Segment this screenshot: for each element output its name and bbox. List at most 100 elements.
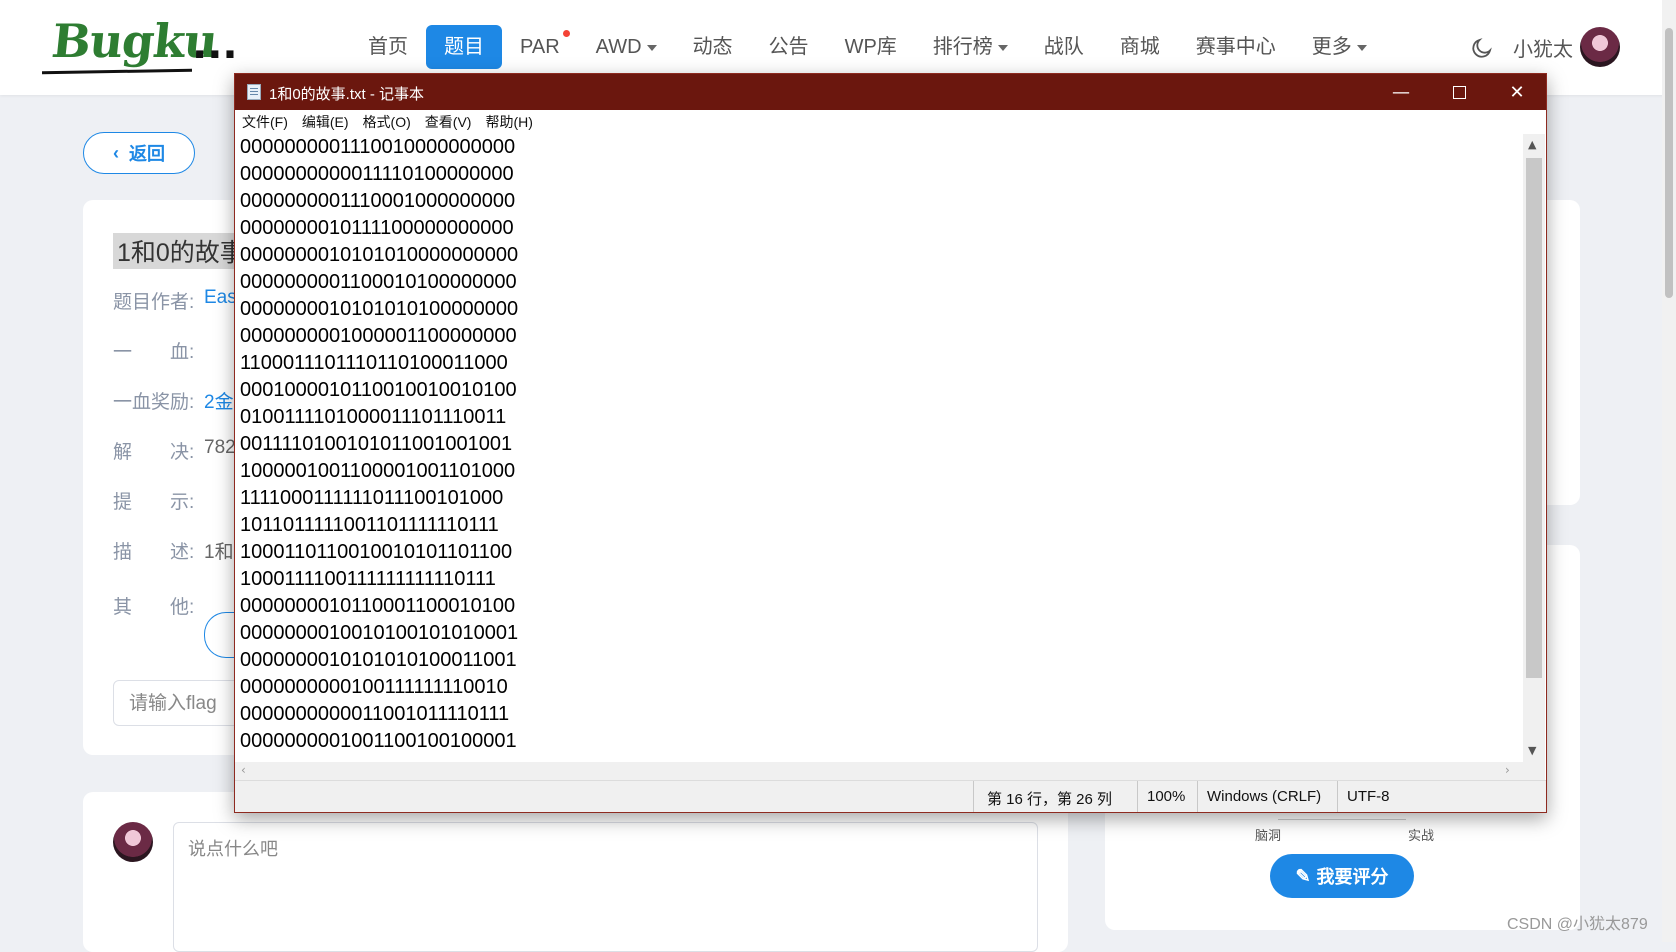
notepad-icon (247, 84, 261, 100)
vertical-scrollbar[interactable]: ▲ ▼ (1523, 134, 1545, 762)
notepad-text-area[interactable]: 0000000001110010000000000 000000000001111… (235, 134, 1523, 762)
info-row-label: 描 述: (113, 542, 195, 563)
nav-item-label: WP库 (844, 36, 897, 58)
radar-label-naodong: 脑洞 (1255, 828, 1282, 843)
nav-item[interactable]: 首页 (350, 25, 426, 69)
user-avatar[interactable] (1580, 27, 1620, 67)
nav-item[interactable]: 更多 (1294, 25, 1385, 69)
close-icon: ✕ (1509, 81, 1525, 103)
status-divider (1337, 781, 1338, 812)
info-row-value[interactable]: Eas (204, 287, 237, 309)
info-row-label: 一血奖励: (113, 392, 195, 413)
info-row-value: 782 (204, 437, 236, 458)
notification-dot (562, 30, 570, 37)
nav-item-label: 更多 (1311, 36, 1352, 58)
text-line: 0000000010101010000000000 (240, 244, 519, 266)
nav-item[interactable]: 题目 (426, 25, 502, 69)
text-line: 0000000000011001011110111 (240, 703, 510, 725)
radar-label-shizhan: 实战 (1408, 828, 1435, 843)
status-divider (973, 781, 974, 812)
text-line: 0000000001100010100000000 (240, 271, 517, 293)
text-line: 0000000001001100100100001 (240, 730, 517, 752)
nav-item[interactable]: PAR (502, 25, 578, 69)
minimize-icon: — (1392, 81, 1410, 103)
nav-item[interactable]: 动态 (675, 25, 751, 69)
notepad-titlebar[interactable]: 1和0的故事.txt - 记事本 — ✕ (235, 74, 1546, 110)
maximize-icon (1452, 85, 1466, 99)
scroll-right-icon[interactable]: › (1505, 763, 1510, 777)
moon-icon[interactable] (1470, 36, 1494, 60)
notepad-window: 1和0的故事.txt - 记事本 — ✕ 文件(F) 编辑(E) 格式(O) 查看(V… (234, 73, 1547, 813)
caret-down-icon (997, 44, 1008, 51)
text-line: 0000000001000001100000000 (240, 325, 517, 347)
notepad-title: 1和0的故事.txt - 记事本 (269, 86, 425, 103)
status-divider (1137, 781, 1138, 812)
nav-item[interactable]: WP库 (827, 25, 915, 69)
text-line: 0000000010101010100011001 (240, 649, 517, 671)
menu-item[interactable]: 查看(V) (418, 112, 479, 132)
back-label: 返回 (129, 144, 165, 164)
info-row-label: 提 示: (113, 492, 195, 513)
page-scrollbar[interactable] (1662, 0, 1676, 942)
menu-item[interactable]: 格式(O) (356, 112, 418, 132)
challenge-title: 1和0的故事 (113, 233, 249, 269)
status-divider (1197, 781, 1198, 812)
page-scroll-thumb[interactable] (1665, 28, 1673, 298)
menu-item[interactable]: 编辑(E) (295, 112, 356, 132)
text-line: 0001000010110010010010100 (240, 379, 517, 401)
text-line: 0011110100101011001001001 (240, 433, 513, 455)
text-line: 0000000010110001100010100 (240, 595, 516, 617)
comment-textarea[interactable]: 说点什么吧 (173, 822, 1038, 952)
text-line: 0000000001110001000000000 (240, 190, 516, 212)
text-line: 1000110110010010101101100 (240, 541, 513, 563)
nav-item-label: 战队 (1043, 36, 1084, 58)
site-logo[interactable]: Bugku ... (41, 14, 242, 76)
maximize-button[interactable] (1430, 74, 1488, 110)
info-row-label: 其 他: (113, 597, 195, 618)
nav-item[interactable]: 战队 (1026, 25, 1102, 69)
text-line: 0000000000100111111110010 (240, 676, 508, 698)
nav-item[interactable]: 商城 (1102, 25, 1178, 69)
flag-input[interactable]: 请输入flag (113, 680, 243, 726)
nav-item[interactable]: 公告 (751, 25, 827, 69)
text-line: 0000000010010100101010001 (240, 622, 519, 644)
vertical-scroll-thumb[interactable] (1526, 158, 1542, 678)
scroll-left-icon[interactable]: ‹ (241, 763, 246, 777)
nav-item-label: AWD (595, 36, 642, 58)
logo-underline (41, 68, 193, 75)
nav-item-label: 动态 (692, 36, 733, 58)
scrollbar-corner (1523, 762, 1545, 780)
back-button[interactable]: ‹ 返回 (83, 132, 195, 174)
nav-item-label: 公告 (768, 36, 809, 58)
username[interactable]: 小犹太 (1513, 33, 1573, 62)
line-ending: Windows (CRLF) (1207, 788, 1322, 805)
notepad-menubar: 文件(F) 编辑(E) 格式(O) 查看(V) 帮助(H) (235, 110, 1546, 134)
text-line: 1011011111001101111110111 (240, 514, 499, 536)
nav-item[interactable]: AWD (578, 25, 675, 69)
info-row-label: 解 决: (113, 442, 195, 463)
text-line: 1100011101110110100011000 (240, 352, 508, 374)
text-line: 0000000010111100000000000 (240, 217, 514, 239)
notepad-statusbar: 第 16 行，第 26 列 100% Windows (CRLF) UTF-8 (235, 780, 1546, 812)
zoom-level: 100% (1147, 788, 1186, 805)
text-line: 0000000010101010100000000 (240, 298, 519, 320)
nav-item-label: 题目 (444, 36, 484, 58)
close-button[interactable]: ✕ (1488, 74, 1546, 110)
nav-item[interactable]: 赛事中心 (1178, 25, 1294, 69)
text-line: 0000000000011110100000000 (240, 163, 514, 185)
text-line: 1000111100111111111110111 (240, 568, 496, 590)
scroll-up-icon[interactable]: ▲ (1528, 138, 1536, 151)
nav-item[interactable]: 排行榜 (915, 25, 1026, 69)
main-nav: 首页 题目 PAR AWD 动态 公告 WP库 排行榜 战队 商城 赛事中心 更多 (350, 25, 1385, 69)
rate-button[interactable]: ✎ 我要评分 (1270, 854, 1414, 898)
menu-item[interactable]: 文件(F) (235, 112, 295, 132)
horizontal-scrollbar[interactable]: ‹ › (235, 762, 1523, 780)
menu-item[interactable]: 帮助(H) (478, 112, 539, 132)
watermark: CSDN @小犹太879 (1507, 916, 1648, 933)
scroll-down-icon[interactable]: ▼ (1528, 744, 1536, 757)
nav-item-label: 商城 (1119, 36, 1160, 58)
minimize-button[interactable]: — (1372, 74, 1430, 110)
logo-suffix: ... (192, 22, 238, 68)
nav-item-label: 首页 (368, 36, 408, 58)
pencil-icon: ✎ (1295, 865, 1311, 886)
